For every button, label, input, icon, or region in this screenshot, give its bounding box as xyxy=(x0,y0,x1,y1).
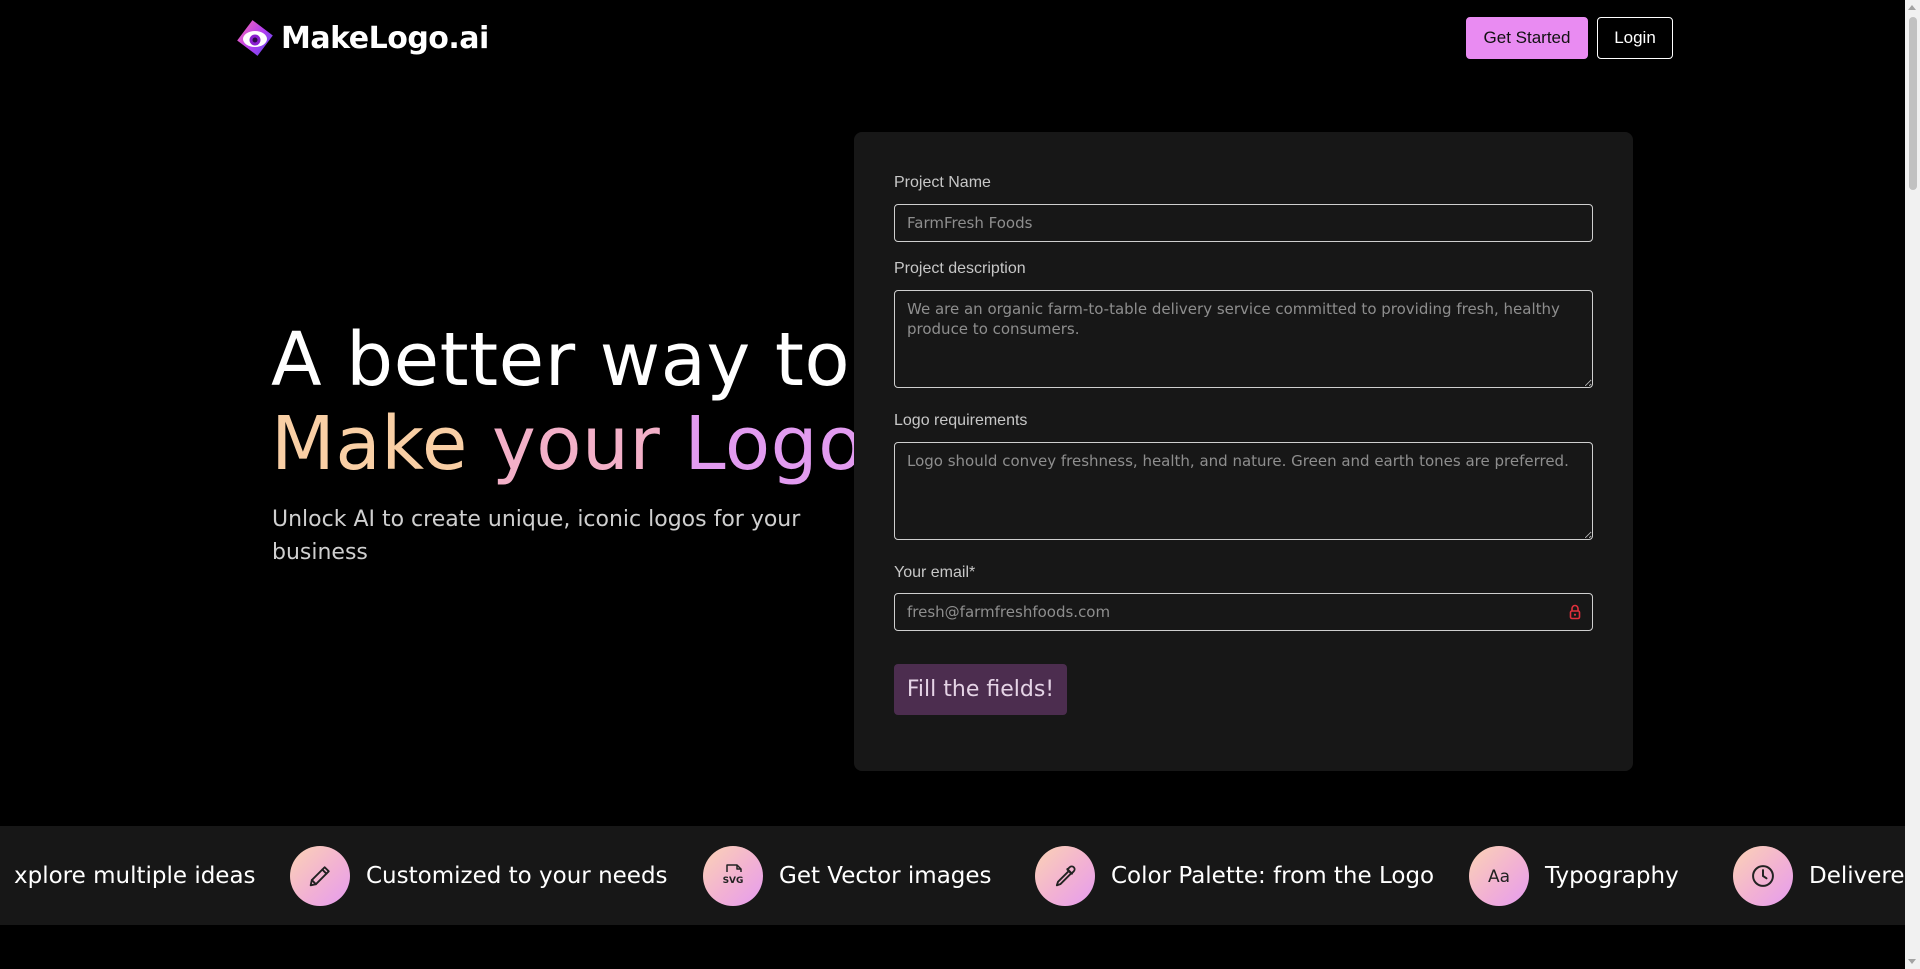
hero-word-logo: Logo xyxy=(684,401,864,487)
navbar: MakeLogo.ai Get Started Login xyxy=(0,0,1905,76)
scroll-down-arrow-icon[interactable] xyxy=(1908,959,1916,964)
typography-icon: Aa xyxy=(1469,845,1529,906)
get-started-button[interactable]: Get Started xyxy=(1466,17,1588,59)
logo-request-form: Project Name Project description Logo re… xyxy=(854,132,1633,771)
svg-text:Aa: Aa xyxy=(1488,867,1510,887)
feature-label: Get Vector images xyxy=(779,862,992,889)
hero-title: A better way to Make your Logo xyxy=(271,318,864,486)
feature-item: Customized to your needs xyxy=(290,826,668,925)
logo-requirements-textarea[interactable] xyxy=(894,442,1593,540)
feature-label: Delivere xyxy=(1809,862,1905,889)
project-name-input[interactable] xyxy=(894,204,1593,242)
brand-name: MakeLogo.ai xyxy=(281,20,489,56)
feature-label: Typography xyxy=(1545,862,1679,889)
email-field-wrapper xyxy=(894,593,1593,631)
logo-requirements-label: Logo requirements xyxy=(894,412,1028,429)
feature-label: Color Palette: from the Logo xyxy=(1111,862,1435,889)
hero-word-make: Make xyxy=(271,401,468,487)
feature-item: Color Palette: from the Logo xyxy=(1035,826,1434,925)
feature-item: Aa Typography xyxy=(1469,826,1679,925)
pencil-icon xyxy=(290,845,350,906)
hero-title-line1: A better way to xyxy=(271,317,851,403)
eyedropper-icon xyxy=(1035,845,1095,906)
email-label: Your email* xyxy=(894,564,976,581)
feature-label: xplore multiple ideas xyxy=(14,862,256,889)
clock-icon xyxy=(1733,845,1793,906)
submit-button[interactable]: Fill the fields! xyxy=(894,664,1067,715)
project-description-textarea[interactable] xyxy=(894,290,1593,388)
login-button[interactable]: Login xyxy=(1597,17,1673,59)
project-description-label: Project description xyxy=(894,260,1026,277)
feature-item: xplore multiple ideas xyxy=(14,826,256,925)
brand-logo-icon xyxy=(237,20,273,56)
lock-icon[interactable] xyxy=(1569,604,1581,620)
svg-text:SVG: SVG xyxy=(723,876,744,886)
hero-word-your: your xyxy=(491,401,661,487)
hero-subtitle: Unlock AI to create unique, iconic logos… xyxy=(272,507,801,565)
feature-item: SVG Get Vector images xyxy=(703,826,992,925)
feature-label: Customized to your needs xyxy=(366,862,668,889)
project-name-label: Project Name xyxy=(894,174,991,191)
page-scrollbar[interactable] xyxy=(1905,0,1920,969)
scroll-up-arrow-icon[interactable] xyxy=(1908,5,1916,10)
feature-item: Delivere xyxy=(1733,826,1905,925)
svg-file-icon: SVG xyxy=(703,845,763,906)
brand-logo-link[interactable]: MakeLogo.ai xyxy=(235,18,489,58)
scroll-thumb[interactable] xyxy=(1909,17,1917,190)
email-input[interactable] xyxy=(894,593,1593,631)
features-carousel: xplore multiple ideas Customized to your… xyxy=(0,826,1905,925)
hero-title-line2: Make your Logo xyxy=(271,402,864,486)
